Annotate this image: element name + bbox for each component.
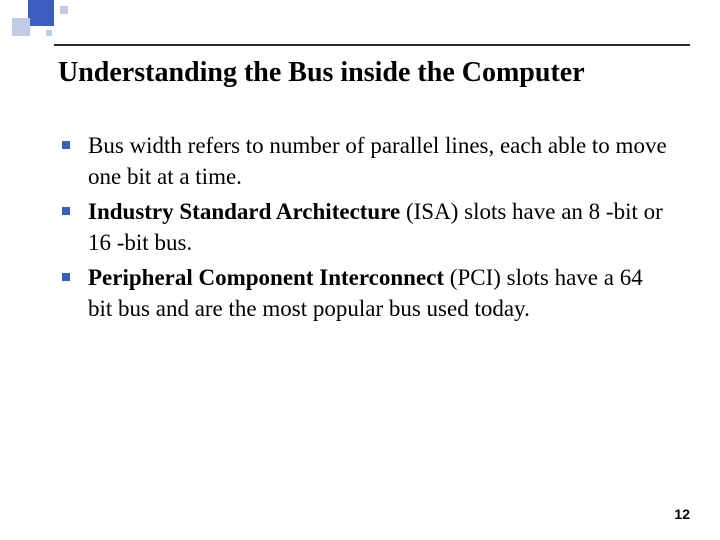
- bullet-text-pre: Bus width refers to number of parallel l…: [88, 133, 667, 189]
- list-item: Peripheral Component Interconnect (PCI) …: [58, 262, 668, 324]
- slide-body: Bus width refers to number of parallel l…: [58, 130, 668, 328]
- deco-square-medium: [12, 18, 30, 36]
- deco-square-small-2: [46, 30, 52, 36]
- header-decoration: [0, 0, 720, 48]
- bullet-text-bold: Industry Standard Architecture: [88, 199, 400, 224]
- list-item: Industry Standard Architecture (ISA) slo…: [58, 196, 668, 258]
- list-item: Bus width refers to number of parallel l…: [58, 130, 668, 192]
- bullet-text-bold: Peripheral Component Interconnect: [88, 265, 444, 290]
- header-rule: [54, 44, 690, 46]
- bullet-list: Bus width refers to number of parallel l…: [58, 130, 668, 324]
- deco-square-large: [28, 0, 54, 26]
- deco-square-small-1: [60, 6, 68, 14]
- page-number: 12: [674, 506, 690, 522]
- slide-title: Understanding the Bus inside the Compute…: [58, 56, 688, 90]
